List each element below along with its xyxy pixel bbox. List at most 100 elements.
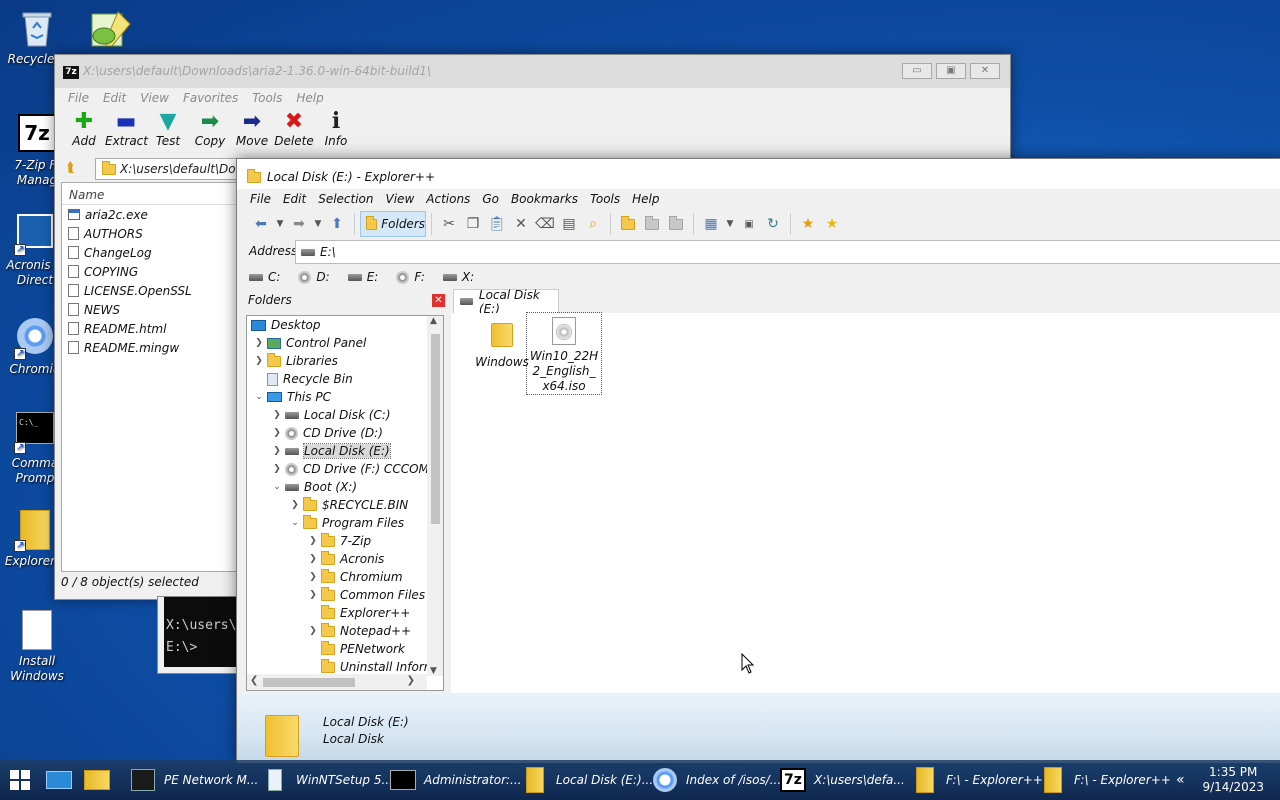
menu-actions[interactable]: Actions [426,192,470,206]
collapse-arrow-icon[interactable]: ⌄ [253,392,265,402]
extract-button[interactable]: ▬ Extract [105,108,148,156]
console-output[interactable]: X:\users\ E:\> [164,597,240,667]
menu-view[interactable]: View [386,192,415,206]
expand-arrow-icon[interactable]: ❯ [253,338,265,348]
drive-button-c[interactable]: C: [249,270,280,284]
copy-to-folder-icon[interactable] [640,213,664,235]
expand-arrow-icon[interactable]: ❯ [271,410,283,420]
taskbar-item-pe-network[interactable]: PE Network M... [130,760,258,800]
tree-node[interactable]: Recycle Bin [247,370,443,388]
drive-button-f[interactable]: F: [396,270,425,284]
list-item[interactable]: ChangeLog [62,243,236,262]
tree-horizontal-scrollbar[interactable]: ❮ ❯ [247,674,427,690]
collapse-arrow-icon[interactable]: ⌄ [289,518,301,528]
add-button[interactable]: ✚ Add [63,108,105,156]
views-icon[interactable]: ▦ [699,213,723,235]
taskbar-item-explorerpp-f-2[interactable]: F:\ - Explorer++ [1040,760,1171,800]
expand-arrow-icon[interactable]: ❯ [307,626,319,636]
expand-arrow-icon[interactable]: ❯ [271,428,283,438]
views-dropdown-icon[interactable]: ▼ [723,213,737,235]
drive-button-x[interactable]: X: [442,270,474,284]
list-item[interactable]: aria2c.exe [62,205,236,224]
menu-tools[interactable]: Tools [252,91,282,105]
cut-icon[interactable]: ✂ [437,213,461,235]
test-button[interactable]: ▼ Test [147,108,189,156]
command-prompt-window[interactable]: X:\users\ E:\> [157,596,241,674]
menu-go[interactable]: Go [482,192,499,206]
forward-icon[interactable]: ➡ [287,213,311,235]
tree-node[interactable]: ❯ $RECYCLE.BIN [247,496,443,514]
notepad-desktop-icon[interactable] [88,10,132,52]
taskbar-item-administrator-cmd[interactable]: Administrator:... [390,760,522,800]
tab-local-disk-e[interactable]: Local Disk (E:) [453,288,559,316]
info-button[interactable]: i Info [315,108,357,156]
menu-favorites[interactable]: Favorites [183,91,238,105]
menu-view[interactable]: View [140,91,169,105]
tree-node[interactable]: ❯ Acronis [247,550,443,568]
forward-dropdown-icon[interactable]: ▼ [311,213,325,235]
explorerpp-window[interactable]: Local Disk (E:) - Explorer++ File Edit S… [236,158,1280,763]
expand-arrow-icon[interactable]: ❯ [307,536,319,546]
taskbar-item-7zip[interactable]: 7z X:\users\defa... [780,760,905,800]
maximize-button[interactable]: ▣ [936,63,966,79]
minimize-button[interactable]: ▭ [902,63,932,79]
scrollbar-thumb[interactable] [431,334,440,524]
tree-vertical-scrollbar[interactable]: ▲ ▼ [427,316,443,676]
desktop-icon-install-windows[interactable]: Install Windows [2,610,72,684]
menu-bookmarks[interactable]: Bookmarks [511,192,578,206]
scroll-down-icon[interactable]: ▼ [430,666,437,676]
new-folder-icon[interactable] [616,213,640,235]
collapse-arrow-icon[interactable]: ⌄ [271,482,283,492]
close-button[interactable]: ✕ [970,63,1000,79]
tree-node[interactable]: ❯ Local Disk (C:) [247,406,443,424]
menu-file[interactable]: File [250,192,271,206]
folders-toggle-button[interactable]: Folders [360,211,426,237]
taskbar-file-explorer[interactable] [84,760,118,800]
menu-tools[interactable]: Tools [590,192,620,206]
refresh-icon[interactable]: ↻ [761,213,785,235]
tree-node[interactable]: ❯ Chromium [247,568,443,586]
delete-button[interactable]: ✖ Delete [273,108,315,156]
command-prompt-icon[interactable]: ▣ [737,213,761,235]
scroll-right-icon[interactable]: ❯ [407,675,415,686]
delete-icon[interactable]: ✕ [509,213,533,235]
tree-node[interactable]: ❯ 7-Zip [247,532,443,550]
drive-button-e[interactable]: E: [347,270,378,284]
copy-icon[interactable]: ❐ [461,213,485,235]
expand-arrow-icon[interactable]: ❯ [307,572,319,582]
tree-node[interactable]: ⌄ Program Files [247,514,443,532]
menu-edit[interactable]: Edit [103,91,126,105]
tree-node[interactable]: ❯ Common Files [247,586,443,604]
taskbar-item-winntsetup[interactable]: WinNTSetup 5... [262,760,393,800]
expand-arrow-icon[interactable]: ❯ [253,356,265,366]
copy-button[interactable]: ➡ Copy [189,108,231,156]
sevenzip-titlebar[interactable]: 7z X:\users\default\Downloads\aria2-1.36… [55,55,1010,88]
start-button[interactable] [0,760,40,800]
list-item[interactable]: README.html [62,319,236,338]
menu-selection[interactable]: Selection [318,192,373,206]
up-icon[interactable]: ⬆ [325,213,349,235]
tree-node[interactable]: PENetwork [247,640,443,658]
delete-permanently-icon[interactable]: ⌫ [533,213,557,235]
tree-node[interactable]: ❯ Control Panel [247,334,443,352]
expand-arrow-icon[interactable]: ❯ [289,500,301,510]
back-dropdown-icon[interactable]: ▼ [273,213,287,235]
bookmarks-icon[interactable]: ★ [820,213,844,235]
tree-node[interactable]: ❯ Libraries [247,352,443,370]
column-header-name[interactable]: Name [62,183,236,205]
taskbar-item-local-disk-e[interactable]: Local Disk (E:)... [522,760,653,800]
explorerpp-titlebar[interactable]: Local Disk (E:) - Explorer++ [237,159,1280,189]
close-folders-pane-icon[interactable]: ✕ [432,294,445,307]
menu-help[interactable]: Help [632,192,659,206]
menu-file[interactable]: File [68,91,89,105]
tree-node[interactable]: ⌄ This PC [247,388,443,406]
expand-arrow-icon[interactable]: ❯ [307,554,319,564]
list-item[interactable]: COPYING [62,262,236,281]
address-input[interactable]: E:\ [295,240,1280,264]
menu-help[interactable]: Help [296,91,323,105]
move-button[interactable]: ➡ Move [231,108,273,156]
drive-button-d[interactable]: D: [298,270,330,284]
taskbar-clock[interactable]: 1:35 PM 9/14/2023 [1202,765,1264,795]
up-folder-icon[interactable]: ⮬ [67,160,75,176]
tree-node-selected[interactable]: ❯ Local Disk (E:) [247,442,443,460]
